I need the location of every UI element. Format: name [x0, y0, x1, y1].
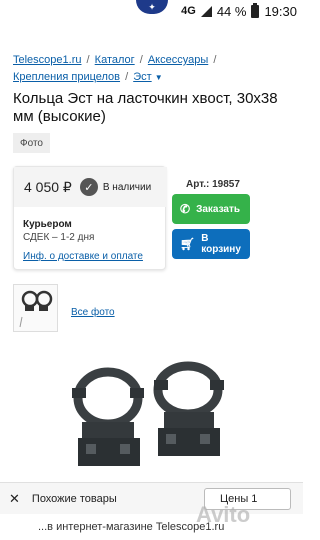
courier-description: СДЕК – 1-2 дня: [23, 232, 95, 243]
add-to-cart-button[interactable]: 🛒︎ В корзину: [172, 229, 250, 259]
clock: 19:30: [264, 3, 297, 19]
network-label: 4G: [181, 5, 196, 17]
status-bar: ✦ 4G 44 % 19:30: [0, 0, 303, 22]
breadcrumb-catalog[interactable]: Каталог: [95, 54, 135, 66]
price: 4 050 ₽: [24, 178, 72, 195]
cart-button-label: В корзину: [201, 233, 241, 255]
breadcrumb-est[interactable]: Эст: [133, 71, 151, 83]
order-button[interactable]: ✆ Заказать: [172, 194, 250, 224]
product-image[interactable]: [60, 360, 245, 478]
breadcrumb-scope-mounts[interactable]: Крепления прицелов: [13, 71, 120, 83]
courier-label: Курьером: [23, 219, 72, 230]
price-card: 4 050 ₽ ✓ В наличии Курьером СДЕК – 1-2 …: [13, 166, 167, 270]
article-number: Арт.: 19857: [186, 179, 240, 190]
breadcrumb-home[interactable]: Telescope1.ru: [13, 54, 82, 66]
cart-icon: 🛒︎: [180, 237, 196, 251]
order-button-label: Заказать: [196, 203, 241, 215]
telescope-logo-icon: ✦: [136, 0, 168, 14]
chevron-down-icon[interactable]: ▼: [155, 73, 163, 82]
price-box: 4 050 ₽ ✓ В наличии: [14, 167, 167, 207]
footer-text: ...в интернет-магазине Telescope1.ru: [38, 521, 225, 533]
product-thumbnail[interactable]: [13, 284, 58, 332]
tab-photo[interactable]: Фото: [13, 133, 50, 153]
stock-status: В наличии: [102, 181, 152, 193]
all-photos-link[interactable]: Все фото: [71, 307, 115, 318]
signal-icon: [200, 5, 212, 17]
check-icon: ✓: [79, 178, 98, 196]
battery-icon: [251, 2, 260, 18]
breadcrumb: Telescope1.ru / Каталог / Аксессуары / К…: [13, 54, 217, 83]
close-icon[interactable]: ✕: [9, 491, 20, 507]
page-title: Кольца Эст на ласточкин хвост, 30х38 мм …: [13, 90, 278, 125]
similar-products-label[interactable]: Похожие товары: [32, 493, 117, 505]
battery-percent: 44 %: [216, 3, 247, 19]
breadcrumb-accessories[interactable]: Аксессуары: [148, 54, 208, 66]
bottom-bar: ✕ Похожие товары Цены 1: [0, 482, 303, 514]
phone-icon: ✆: [180, 202, 191, 216]
delivery-info-link[interactable]: Инф. о доставке и оплате: [23, 251, 143, 262]
